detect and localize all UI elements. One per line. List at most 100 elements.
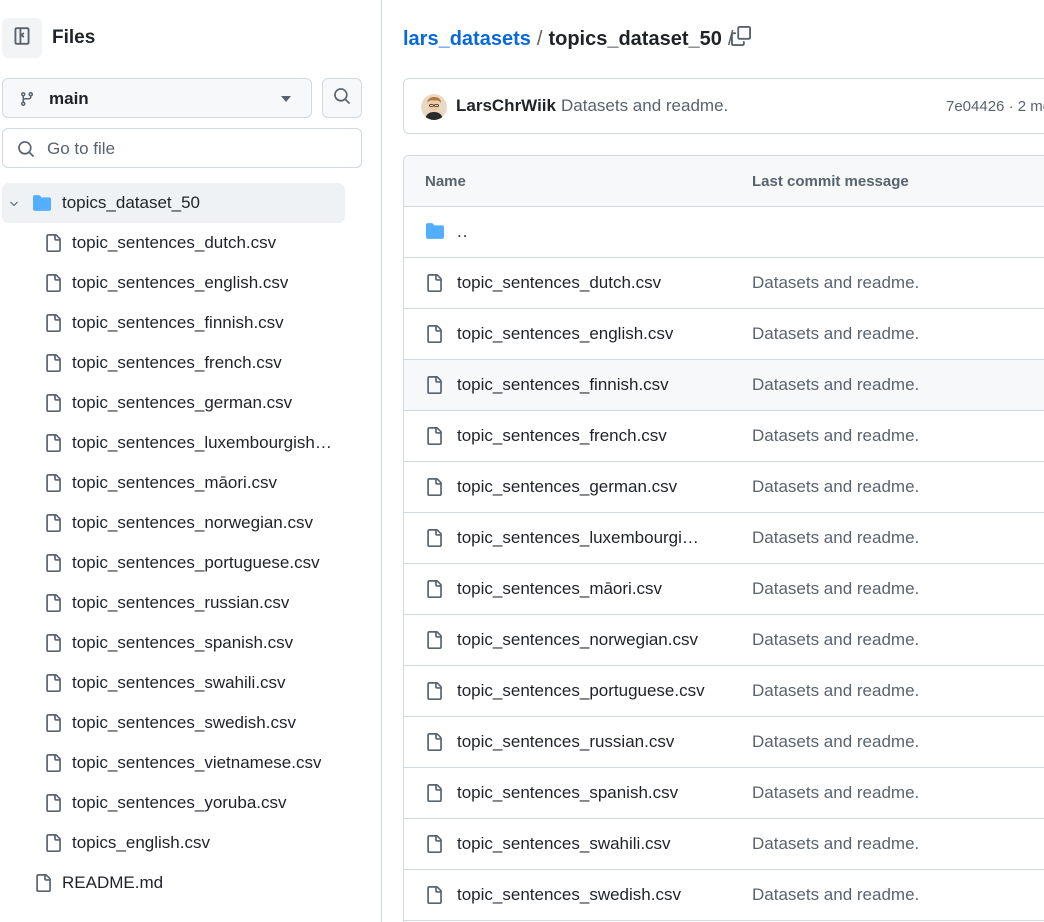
table-row[interactable]: topic_sentences_english.csv Datasets and … xyxy=(404,309,1044,360)
copy-path-button[interactable] xyxy=(729,25,753,50)
folder-icon xyxy=(32,194,52,217)
file-table: Name Last commit message .. topic_senten… xyxy=(403,155,1044,922)
table-row[interactable]: topic_sentences_māori.csv Datasets and re… xyxy=(404,564,1044,615)
search-icon xyxy=(333,87,351,110)
file-name-link[interactable]: topic_sentences_dutch.csv xyxy=(457,273,661,293)
file-name-link[interactable]: topic_sentences_norwegian.csv xyxy=(457,630,698,650)
chevron-down-icon xyxy=(281,96,291,102)
tree-file-label: topic_sentences_vietnamese.csv xyxy=(72,753,322,772)
tree-file-item[interactable]: topic_sentences_swahili.csv xyxy=(0,663,380,703)
commit-message-link[interactable]: Datasets and readme. xyxy=(752,579,919,599)
file-name-link[interactable]: topic_sentences_luxembourgish.csv xyxy=(457,528,707,548)
commit-message-link[interactable]: Datasets and readme. xyxy=(752,426,919,446)
tree-file-item[interactable]: topic_sentences_russian.csv xyxy=(0,583,380,623)
table-row[interactable]: topic_sentences_portuguese.csv Datasets a… xyxy=(404,666,1044,717)
file-name-link[interactable]: topic_sentences_russian.csv xyxy=(457,732,674,752)
column-header-last-commit: Last commit message xyxy=(752,173,909,190)
file-icon xyxy=(44,553,62,578)
search-icon xyxy=(17,140,35,163)
tree-file-label: topic_sentences_russian.csv xyxy=(72,593,290,612)
file-icon xyxy=(44,473,62,498)
table-row[interactable]: topic_sentences_luxembourgish.csv Dataset… xyxy=(404,513,1044,564)
file-icon xyxy=(44,593,62,618)
tree-file-label: topic_sentences_norwegian.csv xyxy=(72,513,313,532)
file-icon xyxy=(44,273,62,298)
file-icon xyxy=(44,633,62,658)
commit-message-link[interactable]: Datasets and readme. xyxy=(752,681,919,701)
file-icon xyxy=(44,793,62,818)
file-name-link[interactable]: topic_sentences_french.csv xyxy=(457,426,667,446)
tree-file-item[interactable]: topic_sentences_norwegian.csv xyxy=(0,503,380,543)
commit-message-link[interactable]: Datasets and readme. xyxy=(752,885,919,905)
tree-folder-topics-dataset-50[interactable]: topics_dataset_50 xyxy=(2,183,345,223)
file-name-link[interactable]: topic_sentences_spanish.csv xyxy=(457,783,678,803)
file-name-link[interactable]: topic_sentences_finnish.csv xyxy=(457,375,669,395)
tree-file-label: topics_english.csv xyxy=(72,833,210,852)
tree-file-item[interactable]: topic_sentences_finnish.csv xyxy=(0,303,380,343)
file-name-link[interactable]: topic_sentences_swahili.csv xyxy=(457,834,671,854)
commit-message-link[interactable]: Datasets and readme. xyxy=(752,528,919,548)
search-files-button[interactable] xyxy=(322,78,362,118)
go-to-file-field[interactable] xyxy=(2,128,362,168)
commit-hash-and-date[interactable]: 7e04426 · 2 mo xyxy=(946,98,1044,115)
table-row[interactable]: topic_sentences_spanish.csv Datasets and … xyxy=(404,768,1044,819)
file-name-link[interactable]: topic_sentences_māori.csv xyxy=(457,579,662,599)
tree-file-label: topic_sentences_german.csv xyxy=(72,393,293,412)
commit-message-link[interactable]: Datasets and readme. xyxy=(752,375,919,395)
tree-file-label: topic_sentences_english.csv xyxy=(72,273,289,292)
file-name-link[interactable]: topic_sentences_english.csv xyxy=(457,324,673,344)
tree-file-item[interactable]: topic_sentences_vietnamese.csv xyxy=(0,743,380,783)
commit-message-link[interactable]: Datasets and readme. xyxy=(752,783,919,803)
latest-commit-box: LarsChrWiik Datasets and readme. 7e04426… xyxy=(403,78,1044,134)
table-row[interactable]: topic_sentences_dutch.csv Datasets and re… xyxy=(404,258,1044,309)
commit-message-link[interactable]: Datasets and readme. xyxy=(752,834,919,854)
go-to-file-input[interactable] xyxy=(47,137,347,161)
tree-file-item[interactable]: topic_sentences_portuguese.csv xyxy=(0,543,380,583)
breadcrumb-repo-link[interactable]: lars_datasets xyxy=(403,28,531,50)
tree-file-label: topic_sentences_french.csv xyxy=(72,353,282,372)
table-row[interactable]: topic_sentences_norwegian.csv Datasets an… xyxy=(404,615,1044,666)
tree-file-item[interactable]: topic_sentences_luxembourgish.csv xyxy=(0,423,380,463)
table-row[interactable]: topic_sentences_russian.csv Datasets and … xyxy=(404,717,1044,768)
tree-file-item[interactable]: topic_sentences_english.csv xyxy=(0,263,380,303)
commit-message-link[interactable]: Datasets and readme. xyxy=(752,477,919,497)
parent-directory-link[interactable]: .. xyxy=(457,222,468,242)
table-row[interactable]: topic_sentences_german.csv Datasets and r… xyxy=(404,462,1044,513)
file-name-link[interactable]: topic_sentences_swedish.csv xyxy=(457,885,681,905)
table-row[interactable]: topic_sentences_swedish.csv Datasets and … xyxy=(404,870,1044,921)
file-icon xyxy=(425,477,443,502)
file-name-link[interactable]: topic_sentences_german.csv xyxy=(457,477,677,497)
tree-file-item[interactable]: topic_sentences_swedish.csv xyxy=(0,703,380,743)
tree-file-item[interactable]: topic_sentences_dutch.csv xyxy=(0,223,380,263)
tree-file-item[interactable]: topic_sentences_german.csv xyxy=(0,383,380,423)
table-row[interactable]: topic_sentences_french.csv Datasets and r… xyxy=(404,411,1044,462)
chevron-down-icon[interactable] xyxy=(8,197,20,215)
file-icon xyxy=(425,528,443,553)
commit-message-link[interactable]: Datasets and readme. xyxy=(752,324,919,344)
commit-message-link[interactable]: Datasets and readme. xyxy=(561,96,728,116)
commit-message-link[interactable]: Datasets and readme. xyxy=(752,732,919,752)
file-name-link[interactable]: topic_sentences_portuguese.csv xyxy=(457,681,705,701)
sidebar-title: Files xyxy=(52,27,96,48)
table-row[interactable]: topic_sentences_swahili.csv Datasets and … xyxy=(404,819,1044,870)
table-row-parent-directory[interactable]: .. xyxy=(404,207,1044,258)
folder-icon xyxy=(425,222,445,245)
tree-file-label: topic_sentences_māori.csv xyxy=(72,473,278,492)
commit-message-link[interactable]: Datasets and readme. xyxy=(752,630,919,650)
tree-file-item[interactable]: topic_sentences_māori.csv xyxy=(0,463,380,503)
tree-file-item[interactable]: topics_english.csv xyxy=(0,823,380,863)
collapse-sidebar-button[interactable] xyxy=(2,18,42,58)
file-icon xyxy=(44,433,62,458)
tree-file-item[interactable]: README.md xyxy=(0,863,380,903)
commit-message-link[interactable]: Datasets and readme. xyxy=(752,273,919,293)
tree-file-label: topic_sentences_finnish.csv xyxy=(72,313,284,332)
avatar[interactable] xyxy=(421,94,447,120)
branch-selector-button[interactable]: main xyxy=(2,78,312,118)
tree-file-item[interactable]: topic_sentences_spanish.csv xyxy=(0,623,380,663)
tree-file-label: topic_sentences_portuguese.csv xyxy=(72,553,320,572)
tree-file-label: topic_sentences_luxembourgish.csv xyxy=(72,433,334,452)
tree-file-item[interactable]: topic_sentences_yoruba.csv xyxy=(0,783,380,823)
table-row[interactable]: topic_sentences_finnish.csv Datasets and … xyxy=(404,360,1044,411)
commit-author-link[interactable]: LarsChrWiik xyxy=(456,96,556,116)
tree-file-item[interactable]: topic_sentences_french.csv xyxy=(0,343,380,383)
